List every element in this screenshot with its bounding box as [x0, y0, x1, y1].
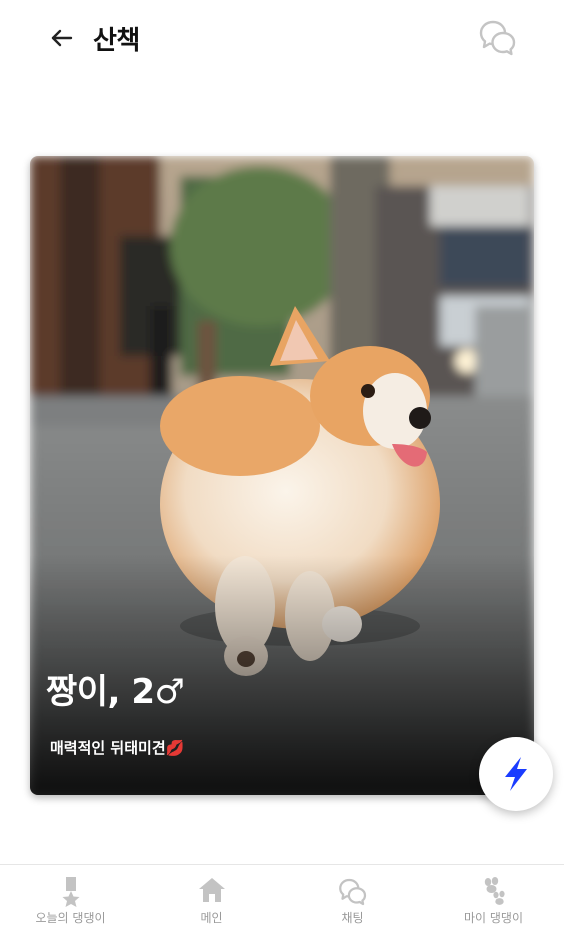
nav-item-today-dog[interactable]: 오늘의 댕댕이: [0, 865, 141, 937]
app-header: 산책: [0, 0, 564, 80]
nav-item-main[interactable]: 메인: [141, 865, 282, 937]
nav-label: 오늘의 댕댕이: [35, 911, 106, 925]
medal-icon: [62, 877, 79, 907]
nav-item-chat[interactable]: 채팅: [282, 865, 423, 937]
lightning-icon: [505, 757, 527, 791]
paw-icon: [484, 877, 505, 905]
arrow-left-icon: [51, 29, 73, 47]
bottom-navigation: 오늘의 댕댕이 메인 채팅 마이 댕댕이: [0, 864, 564, 937]
nav-label: 채팅: [341, 911, 364, 925]
home-icon: [198, 878, 225, 902]
super-like-button[interactable]: [479, 737, 553, 811]
back-button[interactable]: [46, 22, 78, 54]
nav-label: 메인: [200, 911, 223, 925]
dog-name-age-gender: 짱이, 2♂: [46, 672, 185, 712]
chat-button[interactable]: [478, 18, 518, 58]
chat-bubbles-icon: [338, 878, 366, 906]
page-title: 산책: [93, 26, 140, 56]
chat-bubbles-icon: [479, 20, 516, 56]
nav-label: 마이 댕댕이: [463, 911, 523, 925]
dog-description: 매력적인 뒤태미견💋: [50, 739, 185, 757]
nav-item-my-dog[interactable]: 마이 댕댕이: [423, 865, 564, 937]
dog-profile-card[interactable]: 짱이, 2♂ 매력적인 뒤태미견💋: [30, 156, 534, 795]
